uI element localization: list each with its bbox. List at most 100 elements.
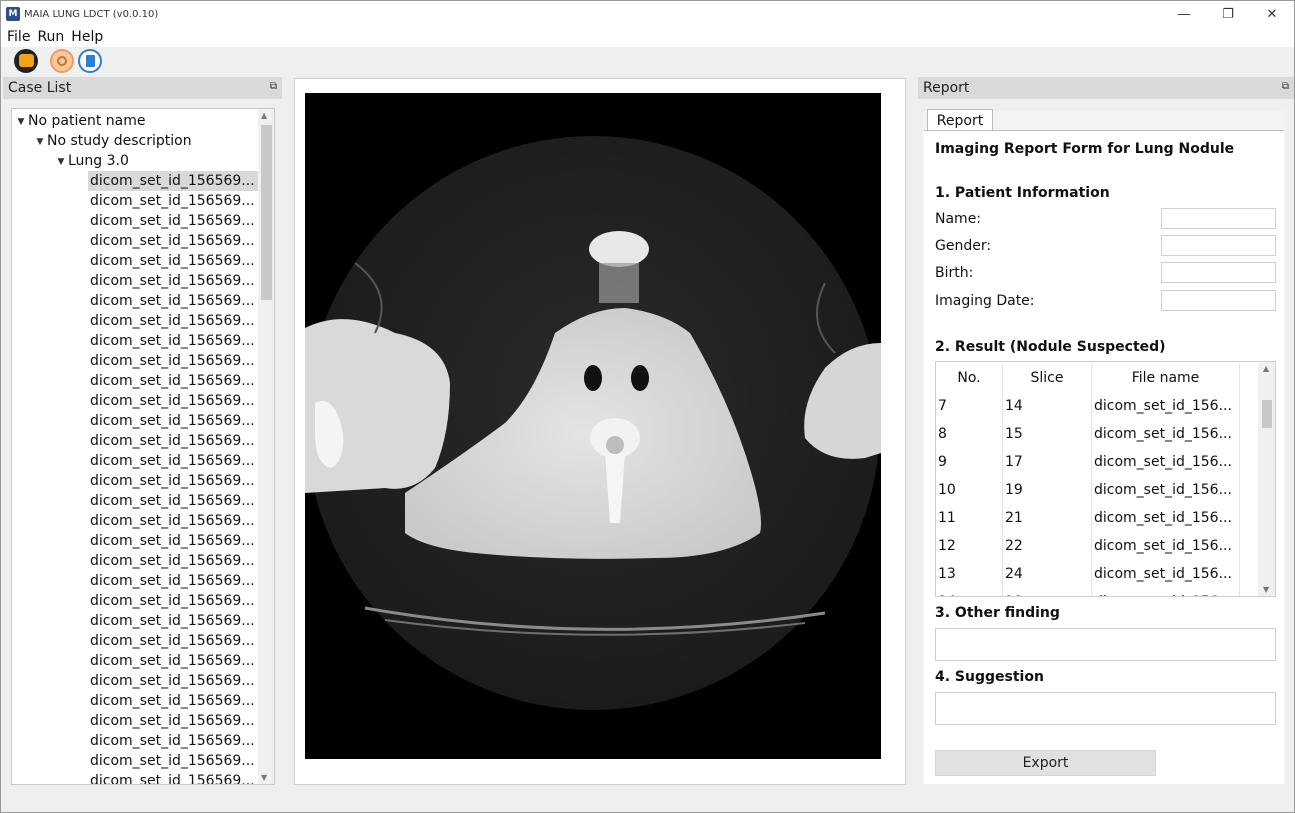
- case-list-item[interactable]: dicom_set_id_156569...: [88, 331, 258, 351]
- image-viewer: [294, 78, 906, 785]
- tree-node-study[interactable]: ▼ No study description: [33, 131, 192, 151]
- gender-label: Gender:: [935, 238, 992, 254]
- case-list-item[interactable]: dicom_set_id_156569...: [88, 571, 258, 591]
- tree-node-patient[interactable]: ▼ No patient name: [14, 111, 146, 132]
- cell-file-name: dicom_set_id_156...: [1092, 476, 1240, 504]
- gender-field[interactable]: [1161, 235, 1276, 256]
- scroll-up-icon[interactable]: ▲: [261, 111, 267, 120]
- section-other-finding: 3. Other finding: [935, 605, 1060, 621]
- case-list-item[interactable]: dicom_set_id_156569...: [88, 651, 258, 671]
- column-header-slice[interactable]: Slice: [1003, 364, 1092, 392]
- expand-arrow-icon[interactable]: ▼: [33, 132, 47, 152]
- table-row[interactable]: 10 19 dicom_set_id_156...: [936, 476, 1259, 504]
- menu-run[interactable]: Run: [37, 29, 64, 45]
- case-list-item[interactable]: dicom_set_id_156569...: [88, 371, 258, 391]
- case-list-item[interactable]: dicom_set_id_156569...: [88, 611, 258, 631]
- case-list-item[interactable]: dicom_set_id_156569...: [88, 751, 258, 771]
- scrollbar-thumb[interactable]: [1262, 400, 1272, 428]
- case-list-item[interactable]: dicom_set_id_156569...: [88, 531, 258, 551]
- scrollbar-thumb[interactable]: [261, 125, 272, 300]
- app-window: M MAIA LUNG LDCT (v0.0.10) — ❐ ✕ File Ru…: [0, 0, 1295, 813]
- case-list-item[interactable]: dicom_set_id_156569...: [88, 411, 258, 431]
- suggestion-field[interactable]: [935, 692, 1276, 725]
- report-icon[interactable]: [78, 48, 102, 73]
- table-row[interactable]: 9 17 dicom_set_id_156...: [936, 448, 1259, 476]
- scroll-up-icon[interactable]: ▲: [1263, 364, 1269, 373]
- table-row[interactable]: 11 21 dicom_set_id_156...: [936, 504, 1259, 532]
- case-list-item[interactable]: dicom_set_id_156569...: [88, 211, 258, 231]
- cell-slice: 21: [1003, 504, 1092, 532]
- case-list-item[interactable]: dicom_set_id_156569...: [88, 291, 258, 311]
- table-row[interactable]: 8 15 dicom_set_id_156...: [936, 420, 1259, 448]
- case-list-item[interactable]: dicom_set_id_156569...: [88, 671, 258, 691]
- menu-help[interactable]: Help: [71, 29, 103, 45]
- cell-file-name: dicom_set_id_156...: [1092, 448, 1240, 476]
- birth-label: Birth:: [935, 265, 974, 281]
- name-label: Name:: [935, 211, 982, 227]
- cell-slice: 14: [1003, 392, 1092, 420]
- undock-icon[interactable]: ⧉: [270, 81, 277, 92]
- case-list-item[interactable]: dicom_set_id_156569...: [88, 471, 258, 491]
- table-header: No. Slice File name: [936, 364, 1259, 392]
- case-list-item[interactable]: dicom_set_id_156569...: [88, 691, 258, 711]
- case-list-item[interactable]: dicom_set_id_156569...: [88, 171, 258, 191]
- table-row[interactable]: 7 14 dicom_set_id_156...: [936, 392, 1259, 420]
- menu-file[interactable]: File: [7, 29, 30, 45]
- cell-file-name: dicom_set_id_156...: [1092, 504, 1240, 532]
- imaging-date-field[interactable]: [1161, 290, 1276, 311]
- series-label: Lung 3.0: [68, 153, 129, 169]
- case-list-item[interactable]: dicom_set_id_156569...: [88, 431, 258, 451]
- cell-slice: 19: [1003, 476, 1092, 504]
- cell-file-name: dicom_set_id_156...: [1092, 560, 1240, 588]
- case-list-item[interactable]: dicom_set_id_156569...: [88, 351, 258, 371]
- cell-slice: 17: [1003, 448, 1092, 476]
- case-list-item[interactable]: dicom_set_id_156569...: [88, 551, 258, 571]
- table-row[interactable]: 12 22 dicom_set_id_156...: [936, 532, 1259, 560]
- birth-field[interactable]: [1161, 262, 1276, 283]
- section-suggestion: 4. Suggestion: [935, 669, 1044, 685]
- expand-arrow-icon[interactable]: ▼: [54, 152, 68, 172]
- restore-button[interactable]: ❐: [1206, 1, 1250, 27]
- case-list-item[interactable]: dicom_set_id_156569...: [88, 771, 258, 784]
- cell-no: 11: [936, 504, 1003, 532]
- section-patient-info: 1. Patient Information: [935, 185, 1110, 201]
- other-finding-field[interactable]: [935, 628, 1276, 661]
- scroll-down-icon[interactable]: ▼: [1263, 585, 1269, 594]
- case-list-item[interactable]: dicom_set_id_156569...: [88, 731, 258, 751]
- table-row[interactable]: 1428dicom_set_id_156...: [936, 588, 1259, 596]
- cell-file-name: dicom_set_id_156...: [1092, 532, 1240, 560]
- case-list-item[interactable]: dicom_set_id_156569...: [88, 631, 258, 651]
- expand-arrow-icon[interactable]: ▼: [14, 112, 28, 132]
- case-list-item[interactable]: dicom_set_id_156569...: [88, 451, 258, 471]
- case-list-item[interactable]: dicom_set_id_156569...: [88, 231, 258, 251]
- case-list-item[interactable]: dicom_set_id_156569...: [88, 711, 258, 731]
- case-list-item[interactable]: dicom_set_id_156569...: [88, 391, 258, 411]
- scroll-down-icon[interactable]: ▼: [261, 773, 267, 782]
- case-list-item[interactable]: dicom_set_id_156569...: [88, 491, 258, 511]
- tree-node-series[interactable]: ▼ Lung 3.0: [54, 151, 129, 171]
- table-row[interactable]: 13 24 dicom_set_id_156...: [936, 560, 1259, 588]
- minimize-button[interactable]: —: [1162, 1, 1206, 27]
- export-button[interactable]: Export: [935, 750, 1156, 776]
- case-list-item[interactable]: dicom_set_id_156569...: [88, 591, 258, 611]
- case-list-scrollbar[interactable]: ▲ ▼: [258, 109, 274, 784]
- open-folder-icon[interactable]: [14, 48, 38, 73]
- case-list-item[interactable]: dicom_set_id_156569...: [88, 271, 258, 291]
- undock-icon[interactable]: ⧉: [1282, 81, 1289, 92]
- tab-report[interactable]: Report: [927, 109, 993, 131]
- column-header-no[interactable]: No.: [936, 364, 1003, 392]
- run-detection-icon[interactable]: [50, 48, 74, 73]
- ct-slice-image[interactable]: [305, 93, 881, 759]
- name-field[interactable]: [1161, 208, 1276, 229]
- column-header-file-name[interactable]: File name: [1092, 364, 1240, 392]
- cell-no: 13: [936, 560, 1003, 588]
- case-list-item[interactable]: dicom_set_id_156569...: [88, 511, 258, 531]
- case-list-item[interactable]: dicom_set_id_156569...: [88, 311, 258, 331]
- cell-no: 10: [936, 476, 1003, 504]
- case-list-item[interactable]: dicom_set_id_156569...: [88, 191, 258, 211]
- report-title: Imaging Report Form for Lung Nodule: [935, 141, 1235, 157]
- report-panel-header: Report ⧉: [918, 77, 1294, 99]
- close-button[interactable]: ✕: [1250, 1, 1294, 27]
- case-list-item[interactable]: dicom_set_id_156569...: [88, 251, 258, 271]
- result-table-scrollbar[interactable]: ▲ ▼: [1258, 362, 1275, 596]
